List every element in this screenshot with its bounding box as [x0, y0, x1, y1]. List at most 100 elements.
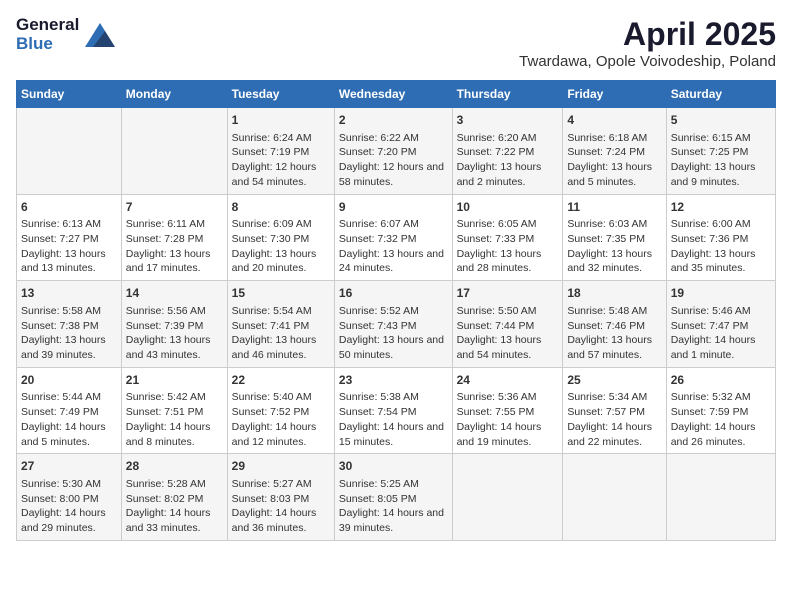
- cell-content: Sunrise: 6:07 AM Sunset: 7:32 PM Dayligh…: [339, 217, 448, 276]
- calendar-cell: [666, 454, 775, 541]
- calendar-cell: [121, 108, 227, 195]
- day-number: 20: [21, 372, 117, 389]
- cell-content: Sunrise: 5:42 AM Sunset: 7:51 PM Dayligh…: [126, 390, 223, 449]
- day-number: 24: [457, 372, 559, 389]
- calendar-cell: 12Sunrise: 6:00 AM Sunset: 7:36 PM Dayli…: [666, 194, 775, 281]
- cell-content: Sunrise: 5:58 AM Sunset: 7:38 PM Dayligh…: [21, 304, 117, 363]
- day-number: 3: [457, 112, 559, 129]
- day-header-monday: Monday: [121, 81, 227, 108]
- title-area: April 2025 Twardawa, Opole Voivodeship, …: [519, 16, 776, 70]
- day-number: 12: [671, 199, 771, 216]
- calendar-cell: 25Sunrise: 5:34 AM Sunset: 7:57 PM Dayli…: [563, 367, 666, 454]
- day-number: 8: [232, 199, 330, 216]
- calendar-cell: 4 Sunrise: 6:18 AM Sunset: 7:24 PM Daylig…: [563, 108, 666, 195]
- day-number: 9: [339, 199, 448, 216]
- cell-content: Sunrise: 5:50 AM Sunset: 7:44 PM Dayligh…: [457, 304, 559, 363]
- cell-content: Sunrise: 5:25 AM Sunset: 8:05 PM Dayligh…: [339, 477, 448, 536]
- day-number: 30: [339, 458, 448, 475]
- calendar-cell: 9Sunrise: 6:07 AM Sunset: 7:32 PM Daylig…: [334, 194, 452, 281]
- calendar-cell: 29 Sunrise: 5:27 AM Sunset: 8:03 PM Dayli…: [227, 454, 334, 541]
- calendar-cell: 5Sunrise: 6:15 AM Sunset: 7:25 PM Daylig…: [666, 108, 775, 195]
- calendar-cell: 10Sunrise: 6:05 AM Sunset: 7:33 PM Dayli…: [452, 194, 563, 281]
- calendar-cell: 18 Sunrise: 5:48 AM Sunset: 7:46 PM Dayli…: [563, 281, 666, 368]
- calendar-cell: 7Sunrise: 6:11 AM Sunset: 7:28 PM Daylig…: [121, 194, 227, 281]
- calendar-cell: 23Sunrise: 5:38 AM Sunset: 7:54 PM Dayli…: [334, 367, 452, 454]
- calendar-cell: 8Sunrise: 6:09 AM Sunset: 7:30 PM Daylig…: [227, 194, 334, 281]
- day-number: 4: [567, 112, 661, 129]
- cell-content: Sunrise: 5:30 AM Sunset: 8:00 PM Dayligh…: [21, 477, 117, 536]
- calendar-cell: [17, 108, 122, 195]
- day-number: 26: [671, 372, 771, 389]
- calendar-cell: 24Sunrise: 5:36 AM Sunset: 7:55 PM Dayli…: [452, 367, 563, 454]
- days-header-row: SundayMondayTuesdayWednesdayThursdayFrid…: [17, 81, 776, 108]
- calendar-cell: 19 Sunrise: 5:46 AM Sunset: 7:47 PM Dayli…: [666, 281, 775, 368]
- cell-content: Sunrise: 6:15 AM Sunset: 7:25 PM Dayligh…: [671, 131, 771, 190]
- header: General Blue April 2025 Twardawa, Opole …: [16, 16, 776, 70]
- logo-general-text: General: [16, 16, 79, 35]
- cell-content: Sunrise: 5:28 AM Sunset: 8:02 PM Dayligh…: [126, 477, 223, 536]
- logo: General Blue: [16, 16, 115, 53]
- week-row-1: 1Sunrise: 6:24 AM Sunset: 7:19 PM Daylig…: [17, 108, 776, 195]
- cell-content: Sunrise: 6:18 AM Sunset: 7:24 PM Dayligh…: [567, 131, 661, 190]
- logo-icon: [85, 23, 115, 47]
- day-number: 17: [457, 285, 559, 302]
- calendar-cell: 2 Sunrise: 6:22 AM Sunset: 7:20 PM Daylig…: [334, 108, 452, 195]
- calendar-cell: 14 Sunrise: 5:56 AM Sunset: 7:39 PM Dayli…: [121, 281, 227, 368]
- calendar-cell: 27 Sunrise: 5:30 AM Sunset: 8:00 PM Dayli…: [17, 454, 122, 541]
- calendar-cell: 6Sunrise: 6:13 AM Sunset: 7:27 PM Daylig…: [17, 194, 122, 281]
- day-number: 16: [339, 285, 448, 302]
- day-header-friday: Friday: [563, 81, 666, 108]
- calendar-cell: 15Sunrise: 5:54 AM Sunset: 7:41 PM Dayli…: [227, 281, 334, 368]
- cell-content: Sunrise: 6:11 AM Sunset: 7:28 PM Dayligh…: [126, 217, 223, 276]
- calendar-cell: [563, 454, 666, 541]
- day-header-wednesday: Wednesday: [334, 81, 452, 108]
- cell-content: Sunrise: 5:48 AM Sunset: 7:46 PM Dayligh…: [567, 304, 661, 363]
- day-number: 25: [567, 372, 661, 389]
- calendar-table: SundayMondayTuesdayWednesdayThursdayFrid…: [16, 80, 776, 541]
- day-number: 7: [126, 199, 223, 216]
- cell-content: Sunrise: 6:22 AM Sunset: 7:20 PM Dayligh…: [339, 131, 448, 190]
- cell-content: Sunrise: 5:56 AM Sunset: 7:39 PM Dayligh…: [126, 304, 223, 363]
- day-number: 10: [457, 199, 559, 216]
- day-number: 2: [339, 112, 448, 129]
- cell-content: Sunrise: 5:32 AM Sunset: 7:59 PM Dayligh…: [671, 390, 771, 449]
- cell-content: Sunrise: 5:44 AM Sunset: 7:49 PM Dayligh…: [21, 390, 117, 449]
- cell-content: Sunrise: 6:03 AM Sunset: 7:35 PM Dayligh…: [567, 217, 661, 276]
- cell-content: Sunrise: 5:36 AM Sunset: 7:55 PM Dayligh…: [457, 390, 559, 449]
- cell-content: Sunrise: 6:24 AM Sunset: 7:19 PM Dayligh…: [232, 131, 330, 190]
- day-header-sunday: Sunday: [17, 81, 122, 108]
- calendar-cell: 28 Sunrise: 5:28 AM Sunset: 8:02 PM Dayli…: [121, 454, 227, 541]
- calendar-cell: 3Sunrise: 6:20 AM Sunset: 7:22 PM Daylig…: [452, 108, 563, 195]
- day-number: 27: [21, 458, 117, 475]
- calendar-cell: 17 Sunrise: 5:50 AM Sunset: 7:44 PM Dayli…: [452, 281, 563, 368]
- day-number: 14: [126, 285, 223, 302]
- subtitle: Twardawa, Opole Voivodeship, Poland: [519, 53, 776, 70]
- calendar-cell: 30 Sunrise: 5:25 AM Sunset: 8:05 PM Dayli…: [334, 454, 452, 541]
- day-number: 6: [21, 199, 117, 216]
- day-number: 19: [671, 285, 771, 302]
- week-row-5: 27 Sunrise: 5:30 AM Sunset: 8:00 PM Dayli…: [17, 454, 776, 541]
- calendar-cell: 22Sunrise: 5:40 AM Sunset: 7:52 PM Dayli…: [227, 367, 334, 454]
- calendar-cell: [452, 454, 563, 541]
- day-number: 29: [232, 458, 330, 475]
- cell-content: Sunrise: 5:34 AM Sunset: 7:57 PM Dayligh…: [567, 390, 661, 449]
- cell-content: Sunrise: 5:38 AM Sunset: 7:54 PM Dayligh…: [339, 390, 448, 449]
- cell-content: Sunrise: 6:00 AM Sunset: 7:36 PM Dayligh…: [671, 217, 771, 276]
- week-row-3: 13Sunrise: 5:58 AM Sunset: 7:38 PM Dayli…: [17, 281, 776, 368]
- cell-content: Sunrise: 6:09 AM Sunset: 7:30 PM Dayligh…: [232, 217, 330, 276]
- logo-blue-text: Blue: [16, 35, 79, 54]
- cell-content: Sunrise: 6:05 AM Sunset: 7:33 PM Dayligh…: [457, 217, 559, 276]
- day-number: 18: [567, 285, 661, 302]
- day-header-saturday: Saturday: [666, 81, 775, 108]
- calendar-cell: 21Sunrise: 5:42 AM Sunset: 7:51 PM Dayli…: [121, 367, 227, 454]
- cell-content: Sunrise: 5:52 AM Sunset: 7:43 PM Dayligh…: [339, 304, 448, 363]
- week-row-4: 20Sunrise: 5:44 AM Sunset: 7:49 PM Dayli…: [17, 367, 776, 454]
- cell-content: Sunrise: 5:54 AM Sunset: 7:41 PM Dayligh…: [232, 304, 330, 363]
- calendar-cell: 1Sunrise: 6:24 AM Sunset: 7:19 PM Daylig…: [227, 108, 334, 195]
- day-number: 28: [126, 458, 223, 475]
- day-number: 21: [126, 372, 223, 389]
- cell-content: Sunrise: 5:27 AM Sunset: 8:03 PM Dayligh…: [232, 477, 330, 536]
- cell-content: Sunrise: 5:46 AM Sunset: 7:47 PM Dayligh…: [671, 304, 771, 363]
- day-number: 23: [339, 372, 448, 389]
- calendar-cell: 26Sunrise: 5:32 AM Sunset: 7:59 PM Dayli…: [666, 367, 775, 454]
